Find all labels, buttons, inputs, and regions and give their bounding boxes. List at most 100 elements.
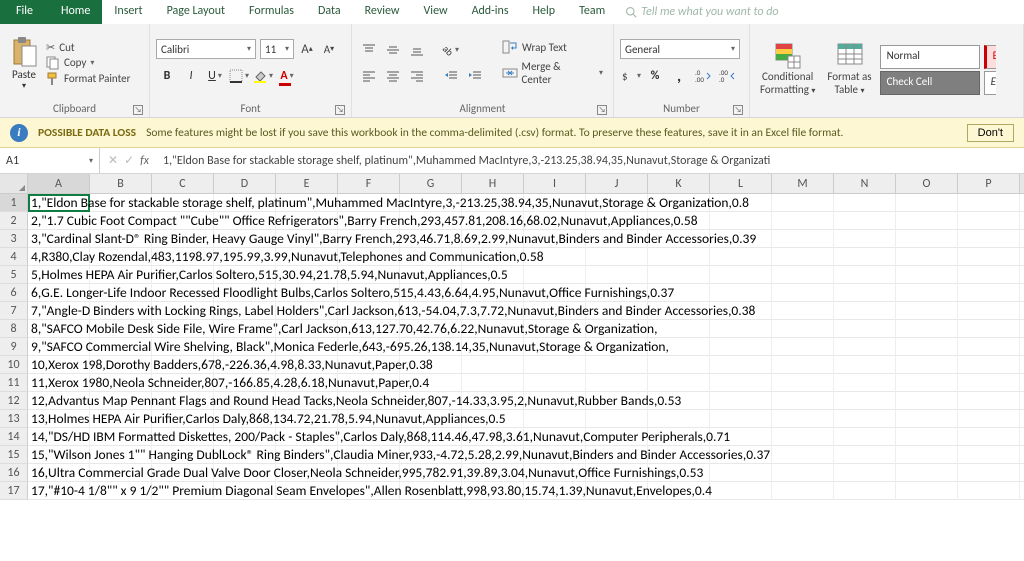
select-all-triangle[interactable] [0, 174, 28, 193]
orientation-button[interactable]: ab [440, 39, 462, 61]
increase-decimal-button[interactable]: .0.00 [692, 65, 714, 87]
column-header[interactable]: E [276, 174, 338, 193]
decrease-indent-button[interactable] [440, 65, 462, 87]
column-header[interactable]: K [648, 174, 710, 193]
alignment-launcher[interactable] [597, 105, 607, 115]
percent-button[interactable]: % [644, 65, 666, 87]
row-header[interactable]: 6 [0, 284, 28, 302]
row-header[interactable]: 11 [0, 374, 28, 392]
message-text: Some features might be lost if you save … [146, 126, 843, 140]
row-header[interactable]: 16 [0, 464, 28, 482]
align-bottom-button[interactable] [406, 39, 428, 61]
align-left-button[interactable] [358, 65, 380, 87]
row-header[interactable]: 9 [0, 338, 28, 356]
tab-formulas[interactable]: Formulas [237, 0, 306, 24]
row-header[interactable]: 10 [0, 356, 28, 374]
tab-view[interactable]: View [412, 0, 460, 24]
svg-text:.0: .0 [719, 75, 725, 83]
row-header[interactable]: 5 [0, 266, 28, 284]
wrap-text-button[interactable]: Wrap Text [498, 38, 607, 56]
column-header[interactable]: D [214, 174, 276, 193]
accounting-format-button[interactable]: $ [620, 65, 642, 87]
underline-button[interactable]: U [204, 65, 226, 87]
tab-data[interactable]: Data [306, 0, 353, 24]
number-format-combo[interactable]: General▾ [620, 39, 740, 59]
row-header[interactable]: 4 [0, 248, 28, 266]
increase-font-button[interactable]: A▴ [298, 40, 316, 58]
font-name-combo[interactable]: Calibri▾ [156, 39, 256, 59]
cell-content: 8,"SAFCO Mobile Desk Side File, Wire Fra… [29, 320, 657, 338]
cell-style-bad[interactable]: B [984, 45, 996, 69]
tab-help[interactable]: Help [521, 0, 568, 24]
tab-page-layout[interactable]: Page Layout [155, 0, 237, 24]
tab-insert[interactable]: Insert [102, 0, 154, 24]
copy-button[interactable]: Copy▾ [46, 56, 130, 70]
cell-content: 15,"Wilson Jones 1"" Hanging DublLock® R… [29, 446, 770, 464]
column-header[interactable]: C [152, 174, 214, 193]
insert-function-button[interactable]: fx [140, 154, 149, 168]
message-bar: i POSSIBLE DATA LOSS Some features might… [0, 118, 1024, 148]
column-header[interactable]: M [772, 174, 834, 193]
align-top-button[interactable] [358, 39, 380, 61]
decrease-font-button[interactable]: A▾ [320, 40, 338, 58]
formula-bar-input[interactable]: 1,"Eldon Base for stackable storage shel… [157, 154, 1024, 168]
font-launcher[interactable] [335, 105, 345, 115]
decrease-decimal-button[interactable]: .00.0 [716, 65, 738, 87]
clipboard-launcher[interactable] [133, 105, 143, 115]
bold-button[interactable]: B [156, 65, 178, 87]
align-center-button[interactable] [382, 65, 404, 87]
format-painter-button[interactable]: Format Painter [46, 72, 130, 86]
font-size-combo[interactable]: 11▾ [260, 39, 294, 59]
column-header[interactable]: P [958, 174, 1020, 193]
row-header[interactable]: 1 [0, 194, 28, 212]
tell-me-search[interactable]: Tell me what you want to do [617, 0, 786, 24]
column-header[interactable]: L [710, 174, 772, 193]
cell-style-explanatory[interactable]: E [984, 71, 996, 95]
cell-style-check-cell[interactable]: Check Cell [880, 71, 980, 95]
svg-text:$: $ [622, 70, 628, 83]
align-middle-button[interactable] [382, 39, 404, 61]
row-header[interactable]: 12 [0, 392, 28, 410]
borders-button[interactable] [228, 65, 250, 87]
merge-center-button[interactable]: Merge & Center▾ [498, 58, 607, 88]
cell-content: 4,R380,Clay Rozendal,483,1198.97,195.99,… [29, 248, 544, 266]
svg-text:.00: .00 [695, 75, 704, 83]
column-header[interactable]: J [586, 174, 648, 193]
row-header[interactable]: 14 [0, 428, 28, 446]
row-header[interactable]: 15 [0, 446, 28, 464]
cell-content: 10,Xerox 198,Dorothy Badders,678,-226.36… [29, 356, 433, 374]
number-launcher[interactable] [733, 105, 743, 115]
cell-style-normal[interactable]: Normal [880, 45, 980, 69]
row-header[interactable]: 2 [0, 212, 28, 230]
row-header[interactable]: 17 [0, 482, 28, 500]
name-box[interactable]: A1▾ [0, 148, 100, 173]
paste-button[interactable]: Paste▾ [6, 34, 42, 93]
tab-home[interactable]: Home [49, 0, 102, 24]
column-header[interactable]: B [90, 174, 152, 193]
tab-file[interactable]: File [0, 0, 49, 24]
format-as-table-button[interactable]: Format asTable ▾ [823, 40, 875, 99]
tab-team[interactable]: Team [567, 0, 617, 24]
tab-add-ins[interactable]: Add-ins [460, 0, 521, 24]
column-header[interactable]: A [28, 174, 90, 193]
column-header[interactable]: G [400, 174, 462, 193]
column-header[interactable]: N [834, 174, 896, 193]
column-header[interactable]: F [338, 174, 400, 193]
conditional-formatting-button[interactable]: ConditionalFormatting ▾ [756, 40, 819, 99]
row-header[interactable]: 8 [0, 320, 28, 338]
italic-button[interactable]: I [180, 65, 202, 87]
comma-button[interactable]: , [668, 65, 690, 87]
cut-button[interactable]: ✂Cut [46, 41, 130, 54]
fill-color-button[interactable] [252, 65, 274, 87]
increase-indent-button[interactable] [464, 65, 486, 87]
row-header[interactable]: 13 [0, 410, 28, 428]
column-header[interactable]: O [896, 174, 958, 193]
tab-review[interactable]: Review [353, 0, 412, 24]
column-header[interactable]: I [524, 174, 586, 193]
font-color-button[interactable]: A [276, 65, 298, 87]
column-header[interactable]: H [462, 174, 524, 193]
align-right-button[interactable] [406, 65, 428, 87]
row-header[interactable]: 7 [0, 302, 28, 320]
dont-show-button[interactable]: Don't [967, 124, 1014, 142]
row-header[interactable]: 3 [0, 230, 28, 248]
